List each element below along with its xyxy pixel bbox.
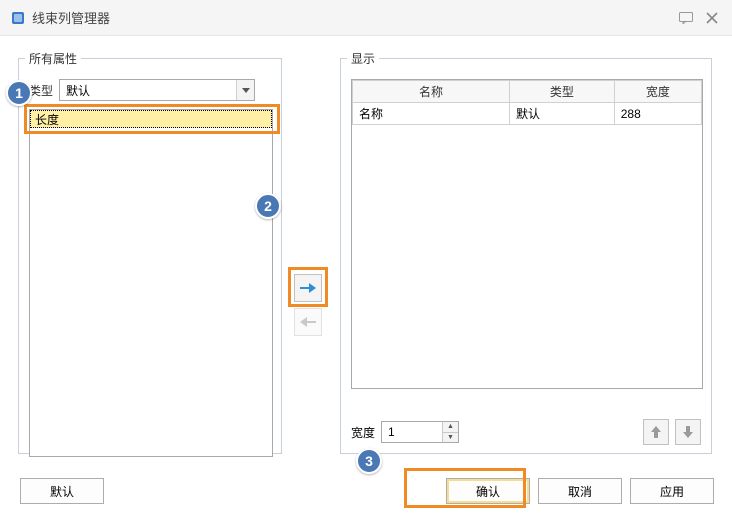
- default-button[interactable]: 默认: [20, 478, 104, 504]
- spinner-up-icon[interactable]: ▲: [443, 422, 458, 433]
- list-item[interactable]: 长度: [30, 110, 272, 128]
- ok-button[interactable]: 确认: [446, 478, 530, 504]
- footer-right: 确认 取消 应用: [446, 478, 714, 504]
- col-header-type[interactable]: 类型: [510, 81, 615, 103]
- col-header-width[interactable]: 宽度: [614, 81, 701, 103]
- default-button-label: 默认: [50, 483, 74, 500]
- spinner-buttons: ▲ ▼: [442, 422, 458, 442]
- cancel-button-label: 取消: [568, 483, 592, 500]
- move-up-button[interactable]: [643, 419, 669, 445]
- callout-1: 1: [6, 80, 32, 106]
- feedback-icon[interactable]: [676, 10, 696, 26]
- properties-listbox[interactable]: 长度: [29, 109, 273, 457]
- reorder-buttons: [643, 419, 701, 445]
- window-title: 线束列管理器: [32, 8, 110, 27]
- close-icon[interactable]: [702, 10, 722, 26]
- footer-left: 默认: [20, 478, 104, 504]
- title-bar: 线束列管理器: [0, 0, 732, 36]
- apply-button-label: 应用: [660, 483, 684, 500]
- type-combobox[interactable]: 默认: [59, 79, 255, 101]
- display-legend: 显示: [347, 50, 379, 67]
- width-spinner[interactable]: 1 ▲ ▼: [381, 421, 459, 443]
- apply-button[interactable]: 应用: [630, 478, 714, 504]
- move-down-button[interactable]: [675, 419, 701, 445]
- remove-arrow-button[interactable]: [294, 308, 322, 336]
- display-group: 显示 名称 类型 宽度 名称 默认 288: [340, 50, 712, 454]
- type-combobox-value: 默认: [66, 82, 90, 99]
- col-header-name[interactable]: 名称: [353, 81, 510, 103]
- cancel-button[interactable]: 取消: [538, 478, 622, 504]
- display-table[interactable]: 名称 类型 宽度 名称 默认 288: [352, 80, 702, 125]
- width-label: 宽度: [351, 424, 375, 441]
- spinner-down-icon[interactable]: ▼: [443, 433, 458, 443]
- type-row: 类型 默认: [29, 79, 255, 101]
- chevron-down-icon: [236, 80, 254, 100]
- width-row: 宽度 1 ▲ ▼: [351, 421, 459, 443]
- cell-name: 名称: [353, 103, 510, 125]
- app-icon: [10, 10, 26, 26]
- all-properties-group: 所有属性 类型 默认 长度: [18, 50, 282, 454]
- type-label: 类型: [29, 82, 53, 99]
- display-table-wrap: 名称 类型 宽度 名称 默认 288: [351, 79, 703, 389]
- callout-2: 2: [255, 193, 281, 219]
- list-item-label: 长度: [35, 111, 59, 128]
- add-arrow-button[interactable]: [294, 274, 322, 302]
- cell-width: 288: [614, 103, 701, 125]
- table-row[interactable]: 名称 默认 288: [353, 103, 702, 125]
- all-properties-legend: 所有属性: [25, 50, 81, 67]
- ok-button-label: 确认: [476, 483, 500, 500]
- cell-type: 默认: [510, 103, 615, 125]
- width-spinner-value: 1: [388, 425, 395, 439]
- callout-3: 3: [356, 448, 382, 474]
